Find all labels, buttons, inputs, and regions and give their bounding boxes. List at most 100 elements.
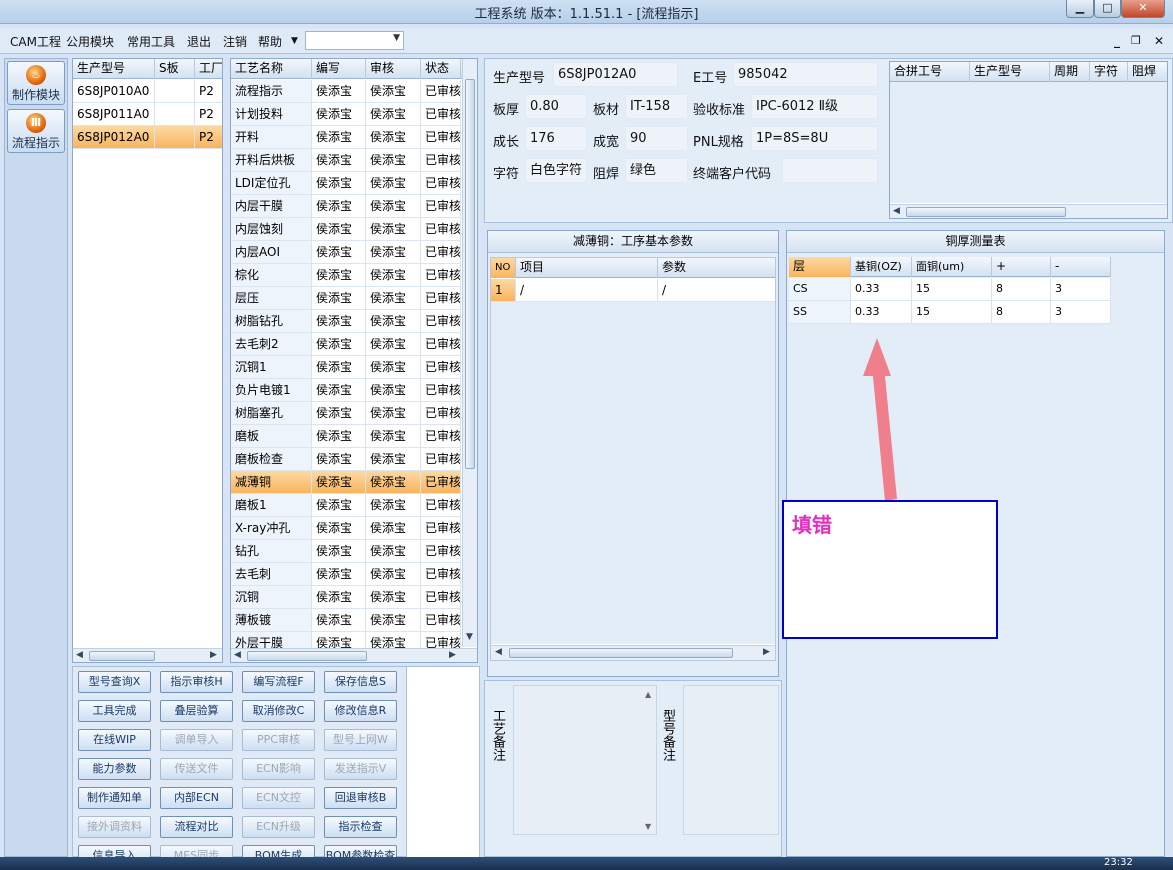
nav-make-module[interactable]: ♨ 制作模块	[7, 61, 65, 105]
col-header[interactable]: 层	[789, 257, 851, 277]
table-row[interactable]: X-ray冲孔 侯添宝 侯添宝 已审核	[231, 517, 461, 540]
table-row[interactable]: 6S8JP010A0 P2	[73, 80, 222, 103]
table-row[interactable]: 1 / /	[491, 279, 775, 302]
col-header[interactable]: 审核	[366, 59, 421, 79]
table-row[interactable]: LDI定位孔 侯添宝 侯添宝 已审核	[231, 172, 461, 195]
scroll-left-icon[interactable]: ◀	[76, 650, 83, 660]
table-row[interactable]: 沉铜 侯添宝 侯添宝 已审核	[231, 586, 461, 609]
nav-process-indicator[interactable]: Ⅲ 流程指示	[7, 109, 65, 153]
table-row[interactable]: 沉铜1 侯添宝 侯添宝 已审核	[231, 356, 461, 379]
menu-cam[interactable]: CAM工程	[10, 33, 61, 50]
scroll-right-icon[interactable]: ▶	[449, 650, 456, 660]
table-row[interactable]: 负片电镀1 侯添宝 侯添宝 已审核	[231, 379, 461, 402]
scroll-thumb[interactable]	[906, 207, 1066, 217]
scroll-left-icon[interactable]: ◀	[234, 650, 241, 660]
standard-field[interactable]: IPC-6012 Ⅱ级	[751, 94, 878, 119]
length-field[interactable]: 176	[525, 126, 587, 151]
menu-tools[interactable]: 常用工具	[127, 33, 175, 50]
maximize-button[interactable]: □	[1094, 0, 1121, 18]
e-field[interactable]: 985042	[733, 62, 878, 87]
thickness-field[interactable]: 0.80	[525, 94, 587, 119]
col-header[interactable]: 合拼工号	[890, 62, 970, 82]
table-row[interactable]: 树脂钻孔 侯添宝 侯添宝 已审核	[231, 310, 461, 333]
menu-help[interactable]: 帮助	[258, 33, 282, 50]
action-button[interactable]: 保存信息S	[324, 671, 397, 693]
action-button[interactable]: ECN影响	[242, 758, 315, 780]
action-button[interactable]: 修改信息R	[324, 700, 397, 722]
menu-combo[interactable]: ▼	[305, 31, 404, 50]
merge-grid-hscroll[interactable]: ◀	[890, 204, 1167, 218]
table-row[interactable]: 层压 侯添宝 侯添宝 已审核	[231, 287, 461, 310]
col-header[interactable]: -	[1051, 257, 1111, 277]
model-remark-field[interactable]	[683, 685, 779, 835]
scroll-thumb[interactable]	[247, 651, 367, 661]
action-button[interactable]: 内部ECN	[160, 787, 233, 809]
col-header[interactable]: 字符	[1090, 62, 1128, 82]
mdi-minimize-icon[interactable]: _	[1114, 34, 1120, 48]
scroll-down-icon[interactable]: ▼	[466, 632, 473, 642]
scroll-thumb[interactable]	[465, 79, 475, 469]
mask-field[interactable]: 绿色	[625, 158, 688, 183]
table-row[interactable]: 流程指示 侯添宝 侯添宝 已审核	[231, 80, 461, 103]
menu-common-module[interactable]: 公用模块	[66, 33, 114, 50]
col-header[interactable]: 阻焊	[1128, 62, 1167, 82]
action-button[interactable]: 流程对比	[160, 816, 233, 838]
col-header[interactable]: 基铜(OZ)	[851, 257, 912, 277]
close-button[interactable]: ✕	[1121, 0, 1165, 18]
process-grid-hscroll[interactable]: ◀ ▶	[231, 648, 477, 662]
table-row[interactable]: 钻孔 侯添宝 侯添宝 已审核	[231, 540, 461, 563]
col-header[interactable]: 面铜(um)	[912, 257, 992, 277]
scroll-thumb[interactable]	[89, 651, 155, 661]
menu-logout[interactable]: 注销	[223, 33, 247, 50]
table-row[interactable]: 去毛刺 侯添宝 侯添宝 已审核	[231, 563, 461, 586]
scroll-down-icon[interactable]: ▼	[645, 822, 651, 831]
table-row[interactable]: 棕化 侯添宝 侯添宝 已审核	[231, 264, 461, 287]
action-button[interactable]: ECN升级	[242, 816, 315, 838]
scroll-left-icon[interactable]: ◀	[893, 206, 900, 216]
menu-dropdown-icon[interactable]: ▼	[291, 36, 298, 46]
col-header[interactable]: 生产型号	[73, 59, 155, 79]
col-header[interactable]: 参数	[658, 258, 775, 278]
action-button[interactable]: 取消修改C	[242, 700, 315, 722]
action-button[interactable]: 型号查询X	[78, 671, 151, 693]
col-header[interactable]: 项目	[516, 258, 658, 278]
col-header[interactable]: S板	[155, 59, 195, 79]
action-button[interactable]: 型号上网W	[324, 729, 397, 751]
col-header[interactable]: 编写	[312, 59, 366, 79]
col-header[interactable]: +	[992, 257, 1051, 277]
table-row[interactable]: 开料 侯添宝 侯添宝 已审核	[231, 126, 461, 149]
action-button[interactable]: 叠层验算	[160, 700, 233, 722]
action-button[interactable]: ECN文控	[242, 787, 315, 809]
table-row[interactable]: 去毛刺2 侯添宝 侯添宝 已审核	[231, 333, 461, 356]
col-header[interactable]: 周期	[1050, 62, 1090, 82]
action-button[interactable]: 制作通知单	[78, 787, 151, 809]
action-button[interactable]: 传送文件	[160, 758, 233, 780]
action-button[interactable]: 调单导入	[160, 729, 233, 751]
table-row[interactable]: SS 0.33 15 8 3	[789, 301, 1111, 324]
table-row[interactable]: 磨板 侯添宝 侯添宝 已审核	[231, 425, 461, 448]
process-grid-vscroll[interactable]: ▼	[462, 59, 477, 647]
model-grid-hscroll[interactable]: ◀ ▶	[73, 648, 222, 662]
col-header[interactable]: 工艺名称	[231, 59, 312, 79]
table-row[interactable]: 薄板镀 侯添宝 侯添宝 已审核	[231, 609, 461, 632]
col-header[interactable]: 状态	[421, 59, 461, 79]
menu-exit[interactable]: 退出	[187, 33, 211, 50]
action-button[interactable]: 发送指示V	[324, 758, 397, 780]
table-row[interactable]: 6S8JP011A0 P2	[73, 103, 222, 126]
minimize-button[interactable]: ▁	[1066, 0, 1094, 18]
table-row[interactable]: 减薄铜 侯添宝 侯添宝 已审核	[231, 471, 461, 494]
table-row[interactable]: 树脂塞孔 侯添宝 侯添宝 已审核	[231, 402, 461, 425]
table-row[interactable]: 磨板1 侯添宝 侯添宝 已审核	[231, 494, 461, 517]
table-row[interactable]: 6S8JP012A0 P2	[73, 126, 222, 149]
action-button[interactable]: 接外调资料	[78, 816, 151, 838]
mdi-restore-icon[interactable]: ❐	[1131, 34, 1141, 47]
col-header[interactable]: NO	[491, 258, 516, 278]
action-button[interactable]: 工具完成	[78, 700, 151, 722]
mdi-close-icon[interactable]: ✕	[1154, 34, 1164, 48]
table-row[interactable]: 磨板检查 侯添宝 侯添宝 已审核	[231, 448, 461, 471]
width-field[interactable]: 90	[625, 126, 688, 151]
customer-field[interactable]	[782, 158, 878, 183]
material-field[interactable]: IT-158	[625, 94, 688, 119]
table-row[interactable]: 内层干膜 侯添宝 侯添宝 已审核	[231, 195, 461, 218]
scroll-up-icon[interactable]: ▲	[645, 690, 651, 699]
